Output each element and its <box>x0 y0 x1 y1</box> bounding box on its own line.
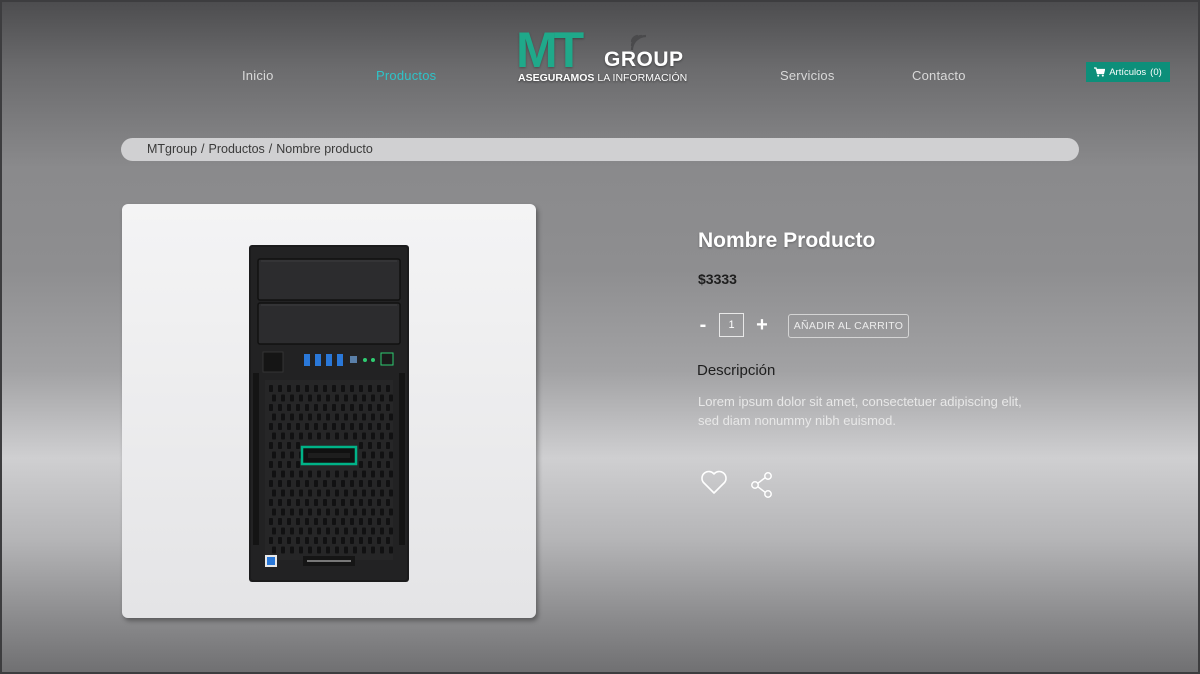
logo-tagline-rest: LA INFORMACIÓN <box>597 72 688 84</box>
share-icon[interactable] <box>750 471 774 499</box>
cart-button[interactable]: Artículos (0) <box>1086 62 1170 82</box>
logo-tagline-bold: ASEGURAMOS <box>518 72 595 84</box>
add-to-cart-button[interactable]: AÑADIR AL CARRITO <box>788 314 909 338</box>
cart-icon <box>1094 67 1106 77</box>
logo-tagline: ASEGURAMOS LA INFORMACIÓN <box>518 72 687 84</box>
nav-inicio[interactable]: Inicio <box>242 68 274 83</box>
cart-count: (0) <box>1150 66 1162 78</box>
breadcrumb-current: Nombre producto <box>276 142 373 156</box>
description-text: Lorem ipsum dolor sit amet, consectetuer… <box>698 394 1022 428</box>
signal-icon <box>630 34 647 50</box>
breadcrumb-productos[interactable]: Productos <box>209 142 265 156</box>
breadcrumb-home[interactable]: MTgroup <box>147 142 197 156</box>
description-heading: Descripción <box>697 362 776 379</box>
heart-icon[interactable] <box>700 469 728 495</box>
nav-productos[interactable]: Productos <box>376 68 436 83</box>
quantity-input[interactable] <box>719 313 744 337</box>
logo-wordmark: GROUP <box>604 48 684 71</box>
product-price: $3333 <box>698 271 737 287</box>
breadcrumb-separator: / <box>201 142 205 156</box>
breadcrumb-separator: / <box>268 142 273 156</box>
brand-logo[interactable]: MT GROUP ASEGURAMOS LA INFORMACIÓN <box>516 22 688 86</box>
breadcrumb: MTgroup / Productos / Nombre producto <box>121 138 1079 161</box>
quantity-decrement-button[interactable]: - <box>696 313 710 337</box>
logo-mark: MT <box>516 22 584 78</box>
server-tower-image <box>249 245 409 582</box>
quantity-increment-button[interactable]: + <box>755 313 769 337</box>
nav-contacto[interactable]: Contacto <box>912 68 966 83</box>
cart-label: Artículos <box>1109 66 1147 78</box>
nav-servicios[interactable]: Servicios <box>780 68 835 83</box>
product-image-card <box>122 204 536 618</box>
product-title: Nombre Producto <box>698 229 876 252</box>
